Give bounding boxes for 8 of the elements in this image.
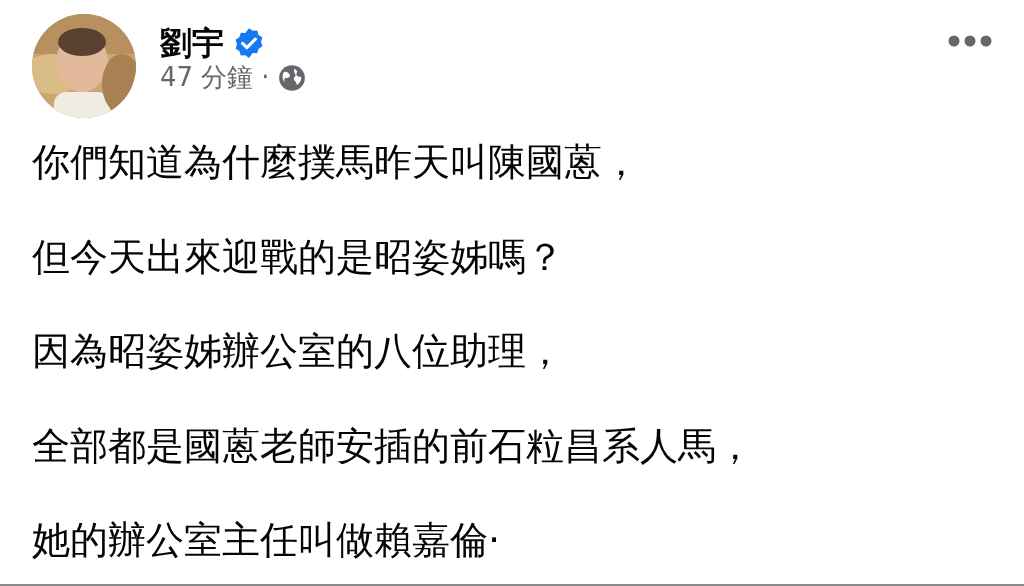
author-name[interactable]: 劉宇	[160, 24, 224, 63]
post-text: 因為昭姿姊辦公室的八位助理，	[32, 329, 565, 375]
post-text: 她的辦公室主任叫做賴嘉倫·	[32, 518, 502, 564]
post-text: 全部都是國蒽老師安插的前石粒昌系人馬，	[32, 423, 755, 470]
post-text: 但今天出來迎戰的是昭姿姊嗎？	[32, 234, 565, 281]
post-text: 你們知道為什麼撲馬昨天叫陳國蒽，	[32, 140, 641, 186]
post-time[interactable]: 47 分鐘	[160, 62, 254, 94]
separator: ·	[261, 62, 270, 94]
